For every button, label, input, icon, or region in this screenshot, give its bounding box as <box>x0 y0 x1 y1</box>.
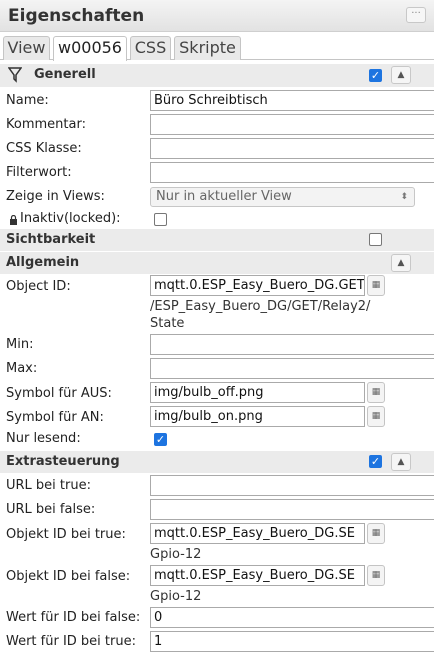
collapse-allgemein-button[interactable]: ▲ <box>391 254 411 272</box>
section-generell[interactable]: Generell ✓ ▲ <box>0 64 434 87</box>
symbol-aus-input[interactable]: img/bulb_off.png <box>150 382 365 403</box>
url-false-label: URL bei false: <box>6 502 96 517</box>
url-true-input[interactable] <box>150 475 434 496</box>
objekt-id-true-picker-button[interactable]: ▦ <box>367 523 385 544</box>
section-generell-label: Generell <box>34 67 96 82</box>
section-allgemein-label: Allgemein <box>6 255 80 270</box>
filterwort-input[interactable] <box>150 162 434 183</box>
symbol-aus-label: Symbol für AUS: <box>6 386 112 401</box>
symbol-aus-picker-button[interactable]: ▦ <box>367 382 385 403</box>
lock-icon <box>9 214 18 229</box>
zeige-in-views-value: Nur in aktueller View <box>156 189 292 204</box>
objekt-id-true-sub: Gpio-12 <box>150 547 202 562</box>
objekt-id-false-sub: Gpio-12 <box>150 589 202 604</box>
css-klasse-label: CSS Klasse: <box>6 141 82 156</box>
properties-panel: Eigenschaften ··· View w00056 CSS Skript… <box>0 0 434 653</box>
objekt-id-true-input[interactable]: mqtt.0.ESP_Easy_Buero_DG.SE <box>150 523 365 544</box>
generell-checkbox[interactable]: ✓ <box>369 69 382 82</box>
objekt-id-false-label: Objekt ID bei false: <box>6 569 131 584</box>
url-true-label: URL bei true: <box>6 478 91 493</box>
collapse-extrasteuerung-button[interactable]: ▲ <box>391 453 411 471</box>
tab-bar: View w00056 CSS Skripte <box>0 33 434 61</box>
wert-true-input[interactable]: 1 <box>150 631 434 652</box>
inaktiv-checkbox[interactable] <box>154 213 167 226</box>
kommentar-input[interactable] <box>150 114 434 135</box>
object-id-label: Object ID: <box>6 279 71 294</box>
symbol-an-label: Symbol für AN: <box>6 410 104 425</box>
title-bar: Eigenschaften ··· <box>0 0 434 32</box>
min-label: Min: <box>6 337 34 352</box>
zeige-in-views-label: Zeige in Views: <box>6 189 105 204</box>
wert-true-label: Wert für ID bei true: <box>6 634 136 649</box>
section-allgemein[interactable]: Allgemein ▲ <box>0 252 434 274</box>
tab-view[interactable]: View <box>3 36 50 60</box>
panel-menu-button[interactable]: ··· <box>406 7 426 23</box>
nur-lesend-label: Nur lesend: <box>6 431 81 446</box>
object-id-input[interactable]: mqtt.0.ESP_Easy_Buero_DG.GET <box>150 275 365 296</box>
tab-widget[interactable]: w00056 <box>53 36 127 61</box>
select-arrows-icon: ⬍ <box>400 192 408 202</box>
filter-icon[interactable] <box>7 67 23 87</box>
min-input[interactable] <box>150 334 434 355</box>
collapse-generell-button[interactable]: ▲ <box>391 66 411 84</box>
section-sichtbarkeit[interactable]: Sichtbarkeit <box>0 229 434 251</box>
object-id-path-line1: /ESP_Easy_Buero_DG/GET/Relay2/ <box>150 299 371 314</box>
sichtbarkeit-checkbox[interactable] <box>369 233 382 246</box>
objekt-id-true-label: Objekt ID bei true: <box>6 527 126 542</box>
wert-false-label: Wert für ID bei false: <box>6 610 141 625</box>
extrasteuerung-checkbox[interactable]: ✓ <box>369 455 382 468</box>
filterwort-label: Filterwort: <box>6 165 72 180</box>
name-input[interactable]: Büro Schreibtisch <box>150 90 434 111</box>
section-extrasteuerung-label: Extrasteuerung <box>6 454 120 469</box>
name-label: Name: <box>6 93 49 108</box>
symbol-an-input[interactable]: img/bulb_on.png <box>150 406 365 427</box>
zeige-in-views-select[interactable]: Nur in aktueller View ⬍ <box>150 187 415 207</box>
tab-skripte[interactable]: Skripte <box>174 36 241 60</box>
objekt-id-false-picker-button[interactable]: ▦ <box>367 565 385 586</box>
section-sichtbarkeit-label: Sichtbarkeit <box>6 232 96 247</box>
wert-false-input[interactable]: 0 <box>150 607 434 628</box>
inaktiv-label: Inaktiv(locked): <box>20 211 121 226</box>
panel-title: Eigenschaften <box>8 6 145 26</box>
max-input[interactable] <box>150 358 434 379</box>
kommentar-label: Kommentar: <box>6 117 86 132</box>
object-id-picker-button[interactable]: ▦ <box>367 275 385 296</box>
objekt-id-false-input[interactable]: mqtt.0.ESP_Easy_Buero_DG.SE <box>150 565 365 586</box>
nur-lesend-checkbox[interactable]: ✓ <box>154 433 167 446</box>
url-false-input[interactable] <box>150 499 434 520</box>
object-id-path-line2: State <box>150 316 185 331</box>
css-klasse-input[interactable] <box>150 138 434 159</box>
max-label: Max: <box>6 361 38 376</box>
tab-css[interactable]: CSS <box>130 36 171 60</box>
symbol-an-picker-button[interactable]: ▦ <box>367 406 385 427</box>
section-extrasteuerung[interactable]: Extrasteuerung ✓ ▲ <box>0 451 434 473</box>
